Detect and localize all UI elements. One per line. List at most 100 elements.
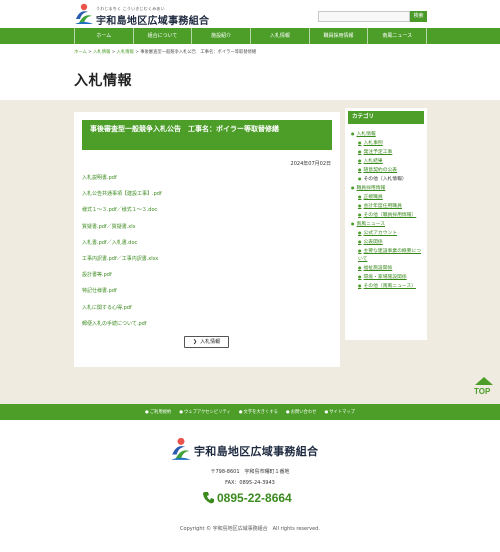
footer-logo[interactable]: 宇和島地区広域事務組合 (170, 437, 335, 463)
subcategory-label: 環境・家場施設関係 (363, 275, 407, 280)
breadcrumb-bids-sub[interactable]: 入札情報 (117, 50, 134, 55)
breadcrumb-bids[interactable]: 入札情報 (93, 50, 110, 55)
bullet-icon: ● (179, 410, 183, 415)
back-button-label: 入札情報 (200, 339, 221, 345)
subcategory-item[interactable]: ● 随意契約の公表 (358, 166, 425, 175)
footer-link-label: ウェブアクセシビリティ (184, 410, 231, 415)
logo-mark-icon (75, 3, 93, 24)
category-bids: ● 入札情報 ● 入札事例 ● 発注予定工事 ● 入札結果 ● 随意契約の公表 ● その他（… (351, 130, 425, 184)
global-nav: ホーム 組合について 施設紹介 入札情報 職員採用情報 南風ニュース (0, 28, 500, 44)
footer-link-label: 文字を大きくする (243, 410, 278, 415)
subcategory-label: 入札事例 (363, 141, 383, 146)
page-title: 入札情報 (74, 73, 132, 89)
footer-link-textsize[interactable]: ●文字を大きくする (239, 409, 278, 415)
notice-title: 事後審査型一般競争入札公告 工事名：ボイラー等取替修繕 (82, 120, 332, 150)
nav-item-about[interactable]: 組合について (134, 28, 193, 44)
logo-name: 宇和島地区広域事務組合 (96, 16, 210, 27)
footer-address: 〒798-8601 宇和島市曙町１番地 (210, 469, 290, 475)
footer-link-label: サイトマップ (329, 410, 355, 415)
subcategory-item[interactable]: ● 公式アカウント (358, 229, 425, 238)
breadcrumb-home[interactable]: ホーム (74, 50, 87, 55)
document-link[interactable]: 入札説明書.pdf (82, 174, 332, 190)
footer-link-terms[interactable]: ●ご利用規約 (145, 409, 171, 415)
subcategory-item[interactable]: ● 主要な建設事業の概要について (358, 247, 425, 264)
footer-nav: ●ご利用規約 ●ウェブアクセシビリティ ●文字を大きくする ●お問い合わせ ●サ… (0, 404, 500, 420)
subcategory-item-current[interactable]: ● その他（入札情報） (358, 175, 425, 184)
notice-date: 2024年07月02日 (290, 161, 331, 167)
footer-link-contact[interactable]: ●お問い合わせ (286, 409, 317, 415)
site-header: うわじまちく こういきじむくみあい 宇和島地区広域事務組合 検索 (0, 0, 500, 28)
bullet-icon: ● (358, 194, 362, 199)
nav-item-news[interactable]: 南風ニュース (368, 28, 428, 44)
chevron-right-icon: ❯ (192, 339, 198, 345)
document-link[interactable]: 入札公告共通事項【建設工事】.pdf (82, 190, 332, 206)
subcategory-label: その他（職員採用情報） (363, 213, 417, 218)
phone-number: 0895-22-8664 (217, 491, 292, 505)
subcategory-item[interactable]: ● 公表関係 (358, 238, 425, 247)
bullet-icon: ● (358, 274, 362, 279)
breadcrumb-separator: > (135, 50, 139, 55)
category-link[interactable]: 職員採用情報 (357, 186, 386, 191)
bullet-icon: ● (358, 140, 362, 145)
subcategory-label: 入札結果 (363, 159, 383, 164)
subcategory-item[interactable]: ● 正規職員 (358, 193, 425, 202)
document-link[interactable]: 入札に関する心得.pdf (82, 304, 332, 320)
phone-icon (203, 492, 214, 504)
footer-phone[interactable]: 0895-22-8664 (203, 490, 303, 506)
category-list: ● 入札情報 ● 入札事例 ● 発注予定工事 ● 入札結果 ● 随意契約の公表 ● その他（… (351, 130, 425, 291)
document-list: 入札説明書.pdf 入札公告共通事項【建設工事】.pdf 様式１～３.pdf／様… (82, 174, 332, 336)
nav-item-home[interactable]: ホーム (74, 28, 134, 44)
bullet-icon: ● (358, 283, 362, 288)
bullet-icon: ● (358, 239, 362, 244)
document-link[interactable]: 工事内訳書.pdf／工事内訳書.xlsx (82, 255, 332, 271)
subcategory-label: 公式アカウント (363, 231, 398, 236)
breadcrumb-separator: > (111, 50, 116, 55)
breadcrumb-separator: > (88, 50, 92, 55)
footer-link-sitemap[interactable]: ●サイトマップ (324, 409, 355, 415)
search-input[interactable] (318, 11, 410, 22)
footer-link-accessibility[interactable]: ●ウェブアクセシビリティ (179, 409, 231, 415)
document-link[interactable]: 入札書.pdf／入札書.doc (82, 239, 332, 255)
document-link[interactable]: 様式１～３.pdf／様式１～３.doc (82, 206, 332, 222)
copyright: Copyright © 宇和島地区広域事務組合 All rights reser… (180, 526, 320, 532)
subcategory-label: 正規職員 (363, 195, 383, 200)
bullet-icon: ● (358, 212, 362, 217)
subcategory-item[interactable]: ● その他（職員採用情報） (358, 211, 425, 220)
subcategory-item[interactable]: ● 発注予定工事 (358, 148, 425, 157)
subcategory-item[interactable]: ● 会計年度任用職員 (358, 202, 425, 211)
back-to-top-button[interactable]: TOP (473, 377, 495, 399)
breadcrumb-current: 事後審査型一般競争入札公告 工事名：ボイラー等取替修繕 (140, 50, 257, 55)
nav-item-bids[interactable]: 入札情報 (251, 28, 310, 44)
category-link[interactable]: 南風ニュース (357, 222, 386, 227)
subcategory-item[interactable]: ● 環境・家場施設関係 (358, 273, 425, 282)
subcategory-label: 会計年度任用職員 (363, 204, 402, 209)
subcategory-item[interactable]: ● 入札事例 (358, 139, 425, 148)
bullet-icon: ● (351, 131, 355, 136)
subcategory-label: 随意契約の公表 (363, 168, 398, 173)
footer-link-label: ご利用規約 (149, 410, 172, 415)
search-button[interactable]: 検索 (410, 11, 427, 22)
document-link[interactable]: 設計書等.pdf (82, 271, 332, 287)
bullet-icon: ● (358, 230, 362, 235)
category-sidebar: カテゴリ ● 入札情報 ● 入札事例 ● 発注予定工事 ● 入札結果 ● 随意契約の公表 … (345, 108, 427, 340)
back-to-bids-button[interactable]: ❯ 入札情報 (184, 336, 229, 348)
bullet-icon: ● (358, 158, 362, 163)
subcategory-item[interactable]: ● 入札結果 (358, 157, 425, 166)
document-link[interactable]: 郵便入札の手続について.pdf (82, 320, 332, 336)
bullet-icon: ● (238, 410, 243, 415)
subcategory-item[interactable]: ● その他（南風ニュース） (358, 282, 425, 291)
nav-item-recruit[interactable]: 職員採用情報 (310, 28, 369, 44)
footer-fax: FAX：0895-24-3943 (225, 480, 275, 486)
notice-card: 事後審査型一般競争入札公告 工事名：ボイラー等取替修繕 2024年07月02日 … (74, 112, 340, 367)
logo-mark-icon (171, 437, 191, 460)
subcategory-item[interactable]: ● 福祉施設関係 (358, 264, 425, 273)
top-label: TOP (474, 387, 491, 396)
category-link[interactable]: 入札情報 (357, 132, 376, 137)
bullet-icon: ● (358, 203, 362, 208)
site-logo[interactable]: うわじまちく こういきじむくみあい 宇和島地区広域事務組合 (74, 3, 254, 27)
subcategory-label: 公表関係 (363, 240, 383, 245)
document-link[interactable]: 質疑書.pdf／質疑書.xls (82, 223, 332, 239)
nav-item-facilities[interactable]: 施設紹介 (192, 28, 252, 44)
document-link[interactable]: 特記仕様書.pdf (82, 287, 332, 303)
bullet-icon: ● (351, 185, 355, 190)
